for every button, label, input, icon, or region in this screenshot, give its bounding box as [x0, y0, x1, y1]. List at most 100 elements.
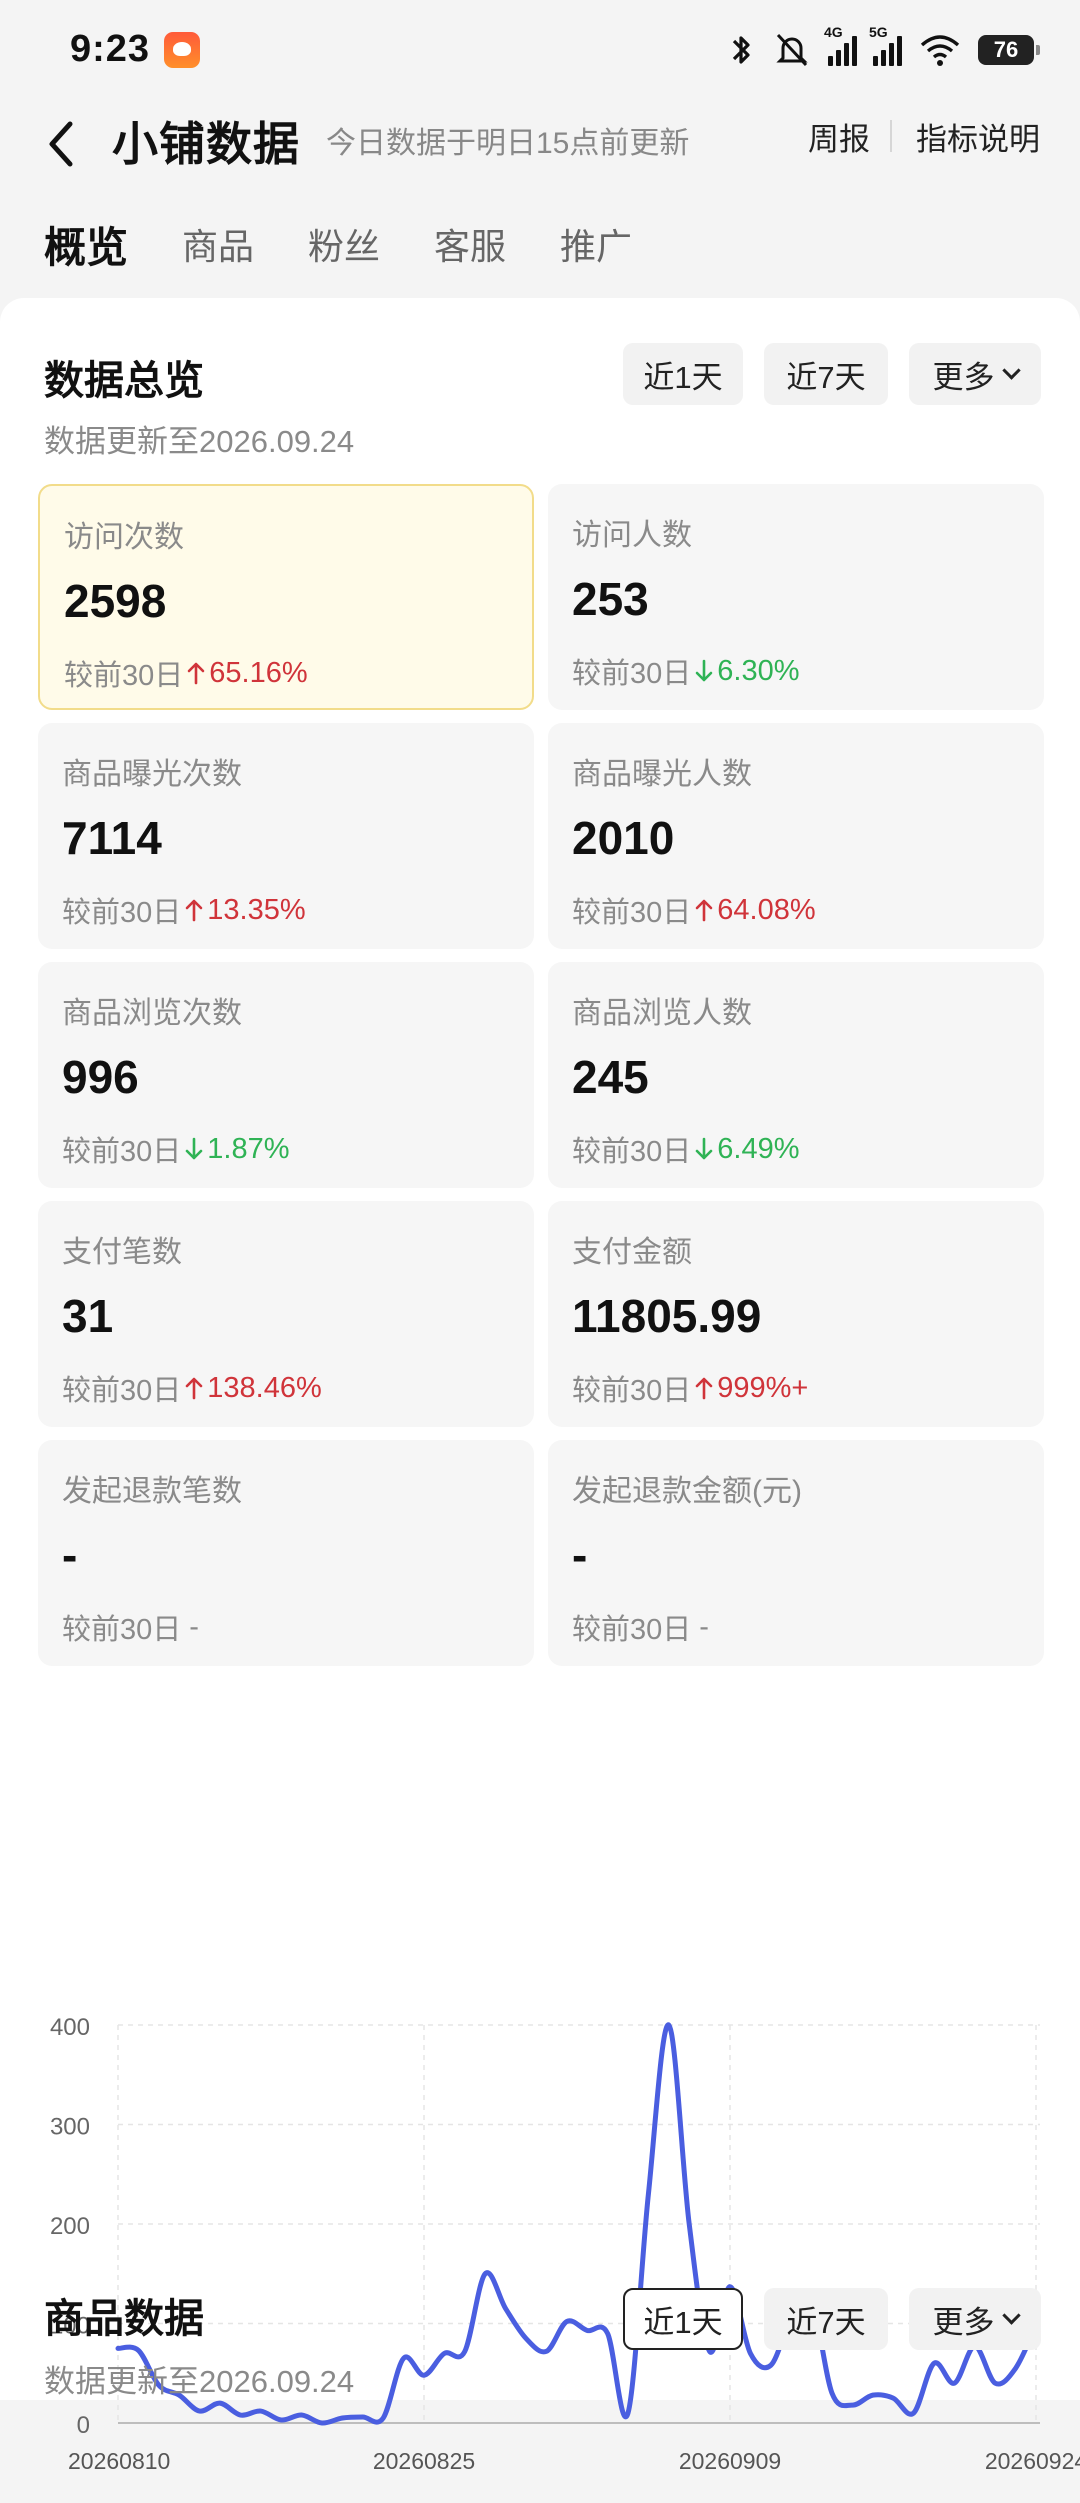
y-tick-label: 400: [50, 2014, 90, 2041]
metric-compare: 较前30日 64.08%: [572, 889, 816, 931]
range-1d-button[interactable]: 近1天: [623, 343, 743, 405]
metric-value: -: [572, 1529, 588, 1581]
weekly-report-link[interactable]: 周报: [808, 114, 870, 159]
metric-value: -: [62, 1529, 78, 1581]
metric-compare: 较前30日 13.35%: [62, 889, 306, 931]
metric-change-value: 999%+: [717, 1371, 809, 1404]
mute-bell-icon: [776, 33, 808, 67]
metric-card-product-views-count[interactable]: 商品浏览次数 996 较前30日 1.87%: [38, 962, 534, 1188]
tab-promotion[interactable]: 推广: [560, 218, 632, 270]
compare-prefix: 较前30日: [62, 1136, 182, 1168]
metric-label: 支付笔数: [62, 1236, 182, 1269]
metric-change: 13.35%: [181, 893, 306, 927]
compare-prefix: 较前30日: [572, 1136, 692, 1168]
x-tick-label: 20260810: [68, 2448, 170, 2474]
network-type-label: 5G: [869, 24, 888, 40]
metric-compare: 较前30日 999%+: [572, 1367, 808, 1409]
metric-card-refund-orders[interactable]: 发起退款笔数 - 较前30日 -: [38, 1440, 534, 1666]
overview-card: 数据总览 数据更新至2026.09.24 近1天 近7天 更多 访问次数 2598…: [0, 298, 1080, 2474]
product-range-1d-button[interactable]: 近1天: [623, 2288, 743, 2350]
more-label: 更多: [932, 2304, 995, 2340]
range-7d-button[interactable]: 近7天: [764, 343, 888, 405]
network-type-label: 4G: [824, 24, 843, 40]
metric-card-visits-count[interactable]: 访问次数 2598 较前30日 65.16%: [38, 484, 534, 710]
update-note: 今日数据于明日15点前更新: [326, 127, 690, 160]
compare-prefix: 较前30日: [62, 897, 182, 929]
tab-customer-service[interactable]: 客服: [434, 218, 506, 270]
arrow-down-icon: [695, 659, 713, 682]
metric-compare: 较前30日 65.16%: [64, 652, 308, 694]
metric-value: 245: [572, 1051, 649, 1103]
chevron-down-icon: [1001, 2305, 1021, 2325]
metric-change: -: [189, 1611, 199, 1644]
metric-label: 发起退款笔数: [62, 1475, 242, 1508]
metric-card-product-view-users[interactable]: 商品浏览人数 245 较前30日 6.49%: [548, 962, 1044, 1188]
metric-value: 253: [572, 573, 649, 625]
battery-icon: 76: [978, 35, 1040, 65]
tab-fans[interactable]: 粉丝: [308, 218, 380, 270]
metric-change: 999%+: [691, 1372, 808, 1405]
metric-value: 31: [62, 1290, 114, 1342]
metric-change-value: 65.16%: [209, 656, 308, 689]
compare-prefix: 较前30日: [572, 658, 692, 690]
metric-change: 6.30%: [691, 654, 800, 688]
signal-5g-icon: 5G: [869, 24, 902, 66]
metric-label: 商品浏览人数: [572, 997, 752, 1030]
x-tick-label: 20260924: [985, 2448, 1080, 2474]
battery-level: 76: [993, 37, 1019, 62]
range-more-button[interactable]: 更多: [909, 343, 1041, 405]
app-notification-icon: [164, 32, 200, 68]
metric-label: 访问人数: [572, 519, 692, 552]
product-data-title: 商品数据: [44, 2297, 204, 2341]
metric-card-payment-amount[interactable]: 支付金额 11805.99 较前30日 999%+: [548, 1201, 1044, 1427]
product-data-updated: 数据更新至2026.09.24: [44, 2364, 355, 2399]
metric-label: 商品曝光人数: [572, 758, 752, 791]
metric-compare: 较前30日 138.46%: [62, 1367, 322, 1409]
metric-change: 65.16%: [183, 656, 308, 690]
metric-card-refund-amount[interactable]: 发起退款金额(元) - 较前30日 -: [548, 1440, 1044, 1666]
metric-label: 支付金额: [572, 1236, 692, 1269]
status-bar: 9:23 4G 5G 76: [0, 0, 1080, 96]
arrow-down-icon: [185, 1137, 203, 1160]
compare-prefix: 较前30日: [572, 1375, 692, 1407]
overview-updated: 数据更新至2026.09.24: [44, 424, 355, 459]
metric-compare: 较前30日 6.30%: [572, 650, 800, 692]
section-tabs: 概览 商品 粉丝 客服 推广: [0, 210, 1080, 290]
metric-card-payment-orders[interactable]: 支付笔数 31 较前30日 138.46%: [38, 1201, 534, 1427]
compare-prefix: 较前30日: [572, 897, 692, 929]
metric-explain-link[interactable]: 指标说明: [916, 114, 1040, 159]
product-range-7d-button[interactable]: 近7天: [764, 2288, 888, 2350]
tab-overview[interactable]: 概览: [44, 214, 128, 275]
metric-change: 6.49%: [691, 1132, 800, 1166]
metric-change-value: 6.30%: [717, 654, 800, 687]
metric-value: 7114: [62, 812, 162, 864]
metric-card-product-exposure-count[interactable]: 商品曝光次数 7114 较前30日 13.35%: [38, 723, 534, 949]
metric-change-value: 13.35%: [207, 893, 306, 926]
metric-compare: 较前30日 6.49%: [572, 1128, 800, 1170]
x-tick-label: 20260825: [373, 2448, 475, 2474]
metric-compare: 较前30日 -: [572, 1606, 709, 1648]
metric-card-visitors-count[interactable]: 访问人数 253 较前30日 6.30%: [548, 484, 1044, 710]
compare-prefix: 较前30日: [572, 1614, 692, 1646]
metric-value: 2598: [64, 575, 167, 627]
product-range-more-button[interactable]: 更多: [909, 2288, 1041, 2350]
tab-products[interactable]: 商品: [182, 218, 254, 270]
metric-change-value: 1.87%: [207, 1132, 290, 1165]
metric-value: 996: [62, 1051, 139, 1103]
status-icons: 4G 5G 76: [728, 24, 1040, 70]
arrow-up-icon: [695, 899, 713, 922]
metric-change-value: 64.08%: [717, 893, 816, 926]
metric-change: 138.46%: [181, 1372, 322, 1405]
metric-change-value: 6.49%: [717, 1132, 800, 1165]
more-label: 更多: [932, 359, 995, 395]
metric-compare: 较前30日 -: [62, 1606, 199, 1648]
metric-label: 访问次数: [64, 521, 184, 554]
back-arrow-icon[interactable]: [40, 114, 84, 174]
wifi-icon: [920, 35, 960, 66]
arrow-up-icon: [187, 662, 205, 685]
metric-card-product-exposure-users[interactable]: 商品曝光人数 2010 较前30日 64.08%: [548, 723, 1044, 949]
page-title: 小铺数据: [112, 118, 300, 170]
compare-prefix: 较前30日: [62, 1375, 182, 1407]
y-tick-label: 300: [50, 2114, 90, 2141]
metric-compare: 较前30日 1.87%: [62, 1128, 290, 1170]
